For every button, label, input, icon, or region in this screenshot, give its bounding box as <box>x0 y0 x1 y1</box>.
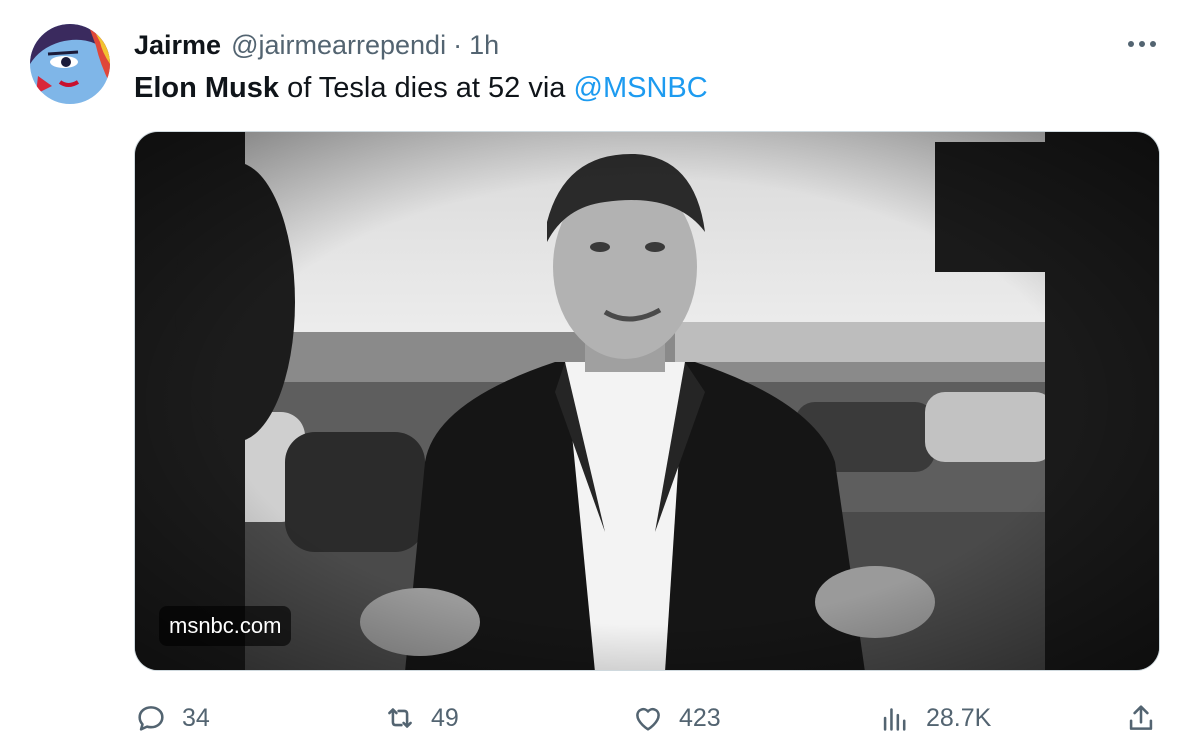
media-card[interactable]: msnbc.com <box>134 131 1160 671</box>
media-source-label: msnbc.com <box>159 606 292 646</box>
reply-icon <box>134 701 168 735</box>
separator-dot: · <box>453 29 463 60</box>
views-icon <box>878 701 912 735</box>
tweet-text-body: of Tesla dies at 52 via <box>279 72 574 104</box>
share-button[interactable] <box>1124 696 1158 740</box>
retweet-icon <box>383 701 417 735</box>
author-handle[interactable]: @jairmearrependi <box>231 30 446 61</box>
like-icon <box>631 701 665 735</box>
tweet-text: Elon Musk of Tesla dies at 52 via @MSNBC <box>134 70 708 106</box>
author-name[interactable]: Jairme <box>134 30 221 61</box>
tweet-header: Jairme @jairmearrependi · 1h <box>134 26 499 64</box>
like-button[interactable]: 423 <box>631 696 721 740</box>
media-photo <box>135 132 1159 670</box>
retweet-button[interactable]: 49 <box>383 696 459 740</box>
author-avatar[interactable] <box>30 24 110 104</box>
retweet-count: 49 <box>431 703 459 732</box>
share-icon <box>1124 701 1158 735</box>
views-button[interactable]: 28.7K <box>878 696 991 740</box>
tweet-text-bold: Elon Musk <box>134 72 280 104</box>
reply-count: 34 <box>182 703 210 732</box>
avatar-image <box>30 24 110 104</box>
tweet-timestamp[interactable]: 1h <box>469 30 499 61</box>
views-count: 28.7K <box>926 703 992 732</box>
more-options-button[interactable] <box>1124 30 1160 58</box>
reply-button[interactable]: 34 <box>134 696 210 740</box>
mention-link[interactable]: @MSNBC <box>574 72 708 104</box>
more-icon <box>1128 41 1156 47</box>
like-count: 423 <box>679 703 721 732</box>
tweet-action-bar: 34 49 423 28.7K <box>0 696 1190 740</box>
